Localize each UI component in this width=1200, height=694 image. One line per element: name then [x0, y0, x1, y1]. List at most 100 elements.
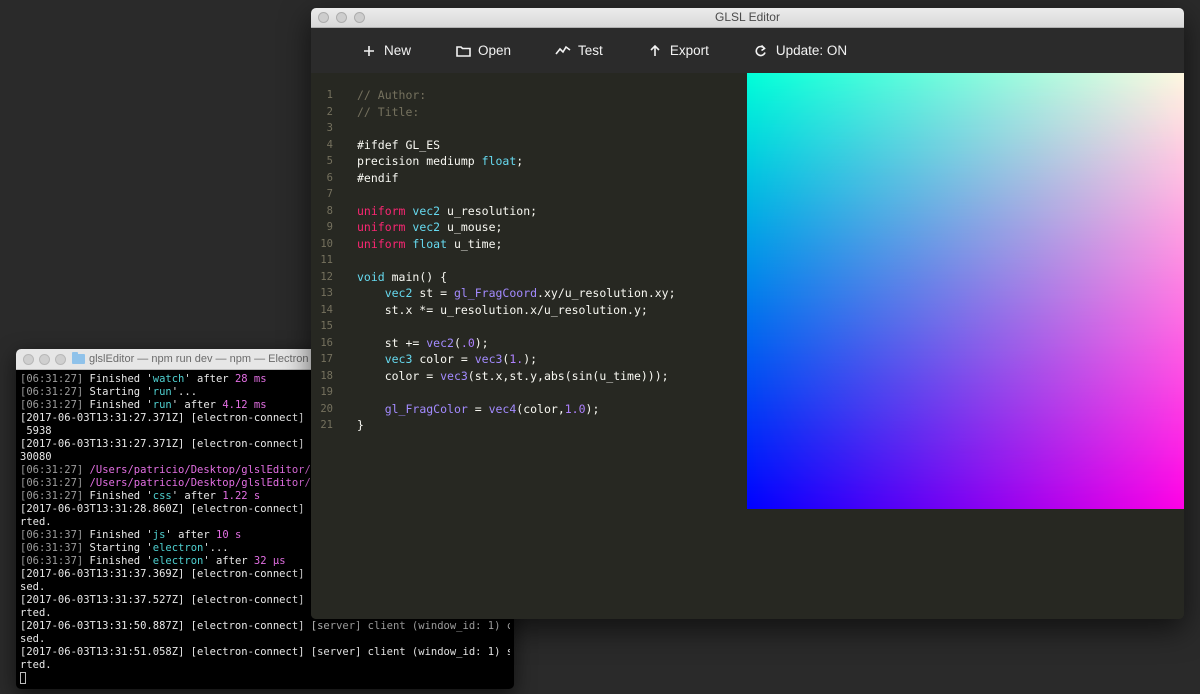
terminal-minimize-button[interactable]	[39, 353, 50, 365]
code-line[interactable]: 15	[311, 318, 747, 335]
code-token: =	[467, 401, 489, 416]
code-text: vec2 st = gl_FragCoord.xy/u_resolution.x…	[357, 285, 676, 302]
export-button[interactable]: Export	[647, 43, 709, 59]
code-token: 1.0	[564, 401, 586, 416]
code-line[interactable]: 6 #endif	[311, 170, 747, 187]
desktop: glslEditor — npm run dev — npm — Electro…	[0, 0, 1200, 694]
terminal-text: ' after	[171, 490, 223, 502]
code-token: float	[481, 154, 517, 168]
terminal-line: [2017-06-03T13:31:51.058Z] [electron-con…	[20, 646, 510, 659]
code-token: (	[453, 335, 461, 350]
code-line[interactable]: 3	[311, 120, 747, 137]
code-text: vec3 color = vec3(1.);	[357, 351, 537, 368]
terminal-text: [06:31:27]	[20, 477, 84, 489]
editor-window-controls	[318, 12, 365, 23]
code-line[interactable]: 19	[311, 384, 747, 401]
terminal-text: watch	[152, 373, 185, 385]
code-token: uniform	[357, 203, 406, 218]
code-line[interactable]: 10 uniform float u_time;	[311, 236, 747, 253]
code-line[interactable]: 17 vec3 color = vec3(1.);	[311, 351, 747, 368]
editor-zoom-button[interactable]	[354, 12, 365, 23]
code-token: float	[412, 236, 448, 251]
code-token: .0	[460, 335, 475, 350]
code-line[interactable]: 2 // Title:	[311, 104, 747, 121]
code-text: #ifdef GL_ES	[357, 137, 440, 154]
code-text: gl_FragColor = vec4(color,1.0);	[357, 401, 600, 418]
code-text: uniform vec2 u_mouse;	[357, 219, 502, 236]
code-token: ;	[516, 154, 524, 168]
terminal-text: ' after	[203, 555, 254, 567]
code-line[interactable]: 9 uniform vec2 u_mouse;	[311, 219, 747, 236]
code-line[interactable]: 4 #ifdef GL_ES	[311, 137, 747, 154]
code-editor[interactable]: 1 // Author: 2 // Title: 3 4 #ifdef GL_ES 5 prec…	[311, 73, 747, 619]
update-toggle-button[interactable]: Update: ON	[753, 43, 847, 59]
code-token: 1.	[509, 352, 524, 366]
code-token: #endif	[357, 170, 399, 185]
code-token: void	[357, 269, 385, 284]
code-line[interactable]: 21}	[311, 417, 747, 434]
terminal-zoom-button[interactable]	[55, 353, 66, 365]
code-token: u_resolution;	[440, 203, 538, 218]
code-lines[interactable]: 1 // Author: 2 // Title: 3 4 #ifdef GL_ES 5 prec…	[311, 87, 747, 434]
terminal-line: sed.	[20, 633, 510, 646]
open-button[interactable]: Open	[455, 43, 511, 59]
code-token: color =	[357, 368, 441, 383]
code-line[interactable]: 8 uniform vec2 u_resolution;	[311, 203, 747, 220]
new-button[interactable]: New	[361, 43, 411, 59]
line-number: 4	[326, 138, 333, 151]
terminal-text: rted.	[20, 516, 52, 528]
code-token: vec2	[426, 335, 454, 350]
code-token: // Author:	[357, 88, 427, 102]
editor-minimize-button[interactable]	[336, 12, 347, 23]
code-text: uniform float u_time;	[357, 236, 502, 253]
glsl-editor-window[interactable]: GLSL Editor New Open Test Export Update:…	[311, 8, 1184, 619]
code-token: }	[357, 418, 364, 432]
terminal-text: sed.	[20, 581, 46, 593]
line-number: 6	[326, 171, 333, 184]
editor-close-button[interactable]	[318, 12, 329, 23]
terminal-text: 30080	[20, 451, 52, 463]
line-number: 9	[326, 221, 333, 233]
editor-titlebar[interactable]: GLSL Editor	[311, 8, 1184, 28]
code-token: vec2	[412, 220, 441, 234]
terminal-text: [2017-06-03T13:31:37.369Z] [electron-con…	[20, 568, 324, 580]
line-number: 1	[326, 89, 333, 101]
code-line[interactable]: 5 precision mediump float;	[311, 153, 747, 170]
terminal-text: 5938	[20, 425, 52, 437]
code-line[interactable]: 13 vec2 st = gl_FragCoord.xy/u_resolutio…	[311, 285, 747, 302]
code-line[interactable]: 20 gl_FragColor = vec4(color,1.0);	[311, 401, 747, 418]
code-line[interactable]: 12 void main() {	[311, 269, 747, 286]
export-button-label: Export	[669, 43, 709, 58]
terminal-text: 28 ms	[234, 373, 267, 385]
code-line[interactable]: 14 st.x *= u_resolution.x/u_resolution.y…	[311, 302, 747, 319]
terminal-text: js	[152, 529, 166, 541]
code-token: .xy/u_resolution.xy;	[537, 286, 676, 300]
code-line[interactable]: 16 st += vec2(.0);	[311, 335, 747, 352]
line-number: 11	[320, 254, 333, 266]
line-number: 5	[326, 155, 333, 167]
terminal-text: [06:31:27]	[20, 464, 84, 476]
line-number: 15	[320, 320, 333, 332]
terminal-close-button[interactable]	[23, 353, 34, 365]
code-token: st.x *= u_resolution.x/u_resolution.y;	[357, 302, 648, 317]
terminal-text: run	[152, 399, 172, 411]
code-line[interactable]: 7	[311, 186, 747, 203]
line-number: 13	[320, 287, 333, 299]
code-token: vec2	[412, 203, 441, 218]
code-text: // Title:	[357, 104, 419, 121]
terminal-prompt-line	[20, 672, 510, 685]
new-button-label: New	[384, 43, 412, 58]
test-button[interactable]: Test	[555, 43, 603, 59]
code-line[interactable]: 18 color = vec3(st.x,st.y,abs(sin(u_time…	[311, 368, 747, 385]
code-token: #ifdef GL_ES	[357, 137, 441, 152]
terminal-text: [2017-06-03T13:31:28.860Z] [electron-con…	[20, 503, 324, 515]
terminal-text: [2017-06-03T13:31:51.058Z] [electron-con…	[20, 646, 510, 658]
shader-preview-canvas[interactable]	[747, 73, 1184, 509]
code-line[interactable]: 1 // Author:	[311, 87, 747, 104]
code-token: );	[585, 401, 600, 416]
code-token: vec2	[384, 286, 413, 300]
code-line[interactable]: 11	[311, 252, 747, 269]
terminal-text: Finished '	[83, 399, 153, 411]
terminal-line: rted.	[20, 659, 510, 672]
code-token: (st.x,st.y,abs(sin(u_time)));	[467, 368, 669, 383]
